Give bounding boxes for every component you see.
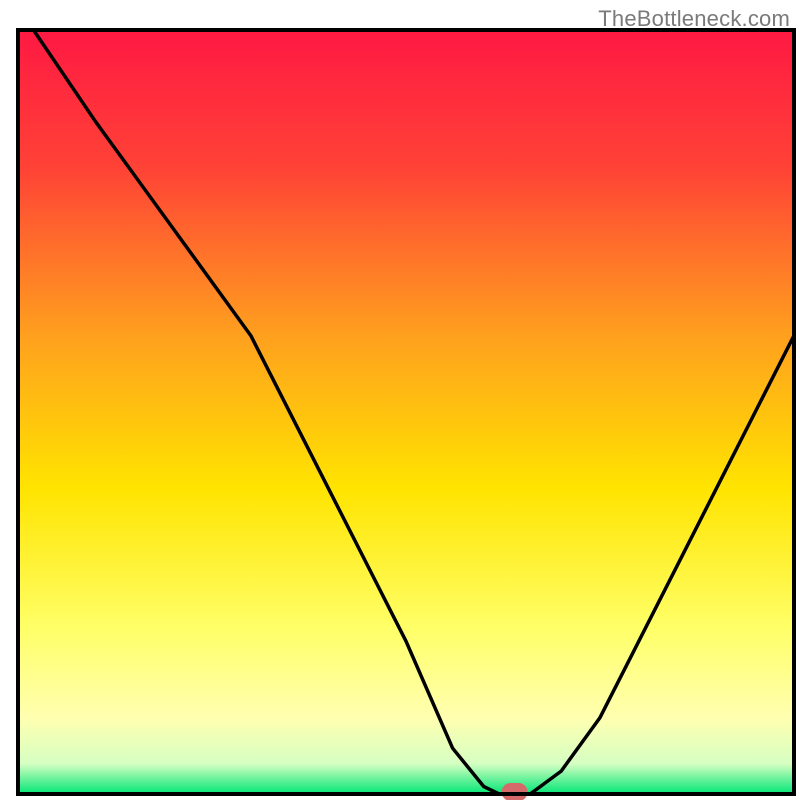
watermark-text: TheBottleneck.com — [598, 6, 790, 32]
bottleneck-chart: TheBottleneck.com — [0, 0, 800, 800]
chart-background — [18, 30, 794, 794]
optimal-marker — [502, 783, 528, 800]
chart-svg — [0, 0, 800, 800]
